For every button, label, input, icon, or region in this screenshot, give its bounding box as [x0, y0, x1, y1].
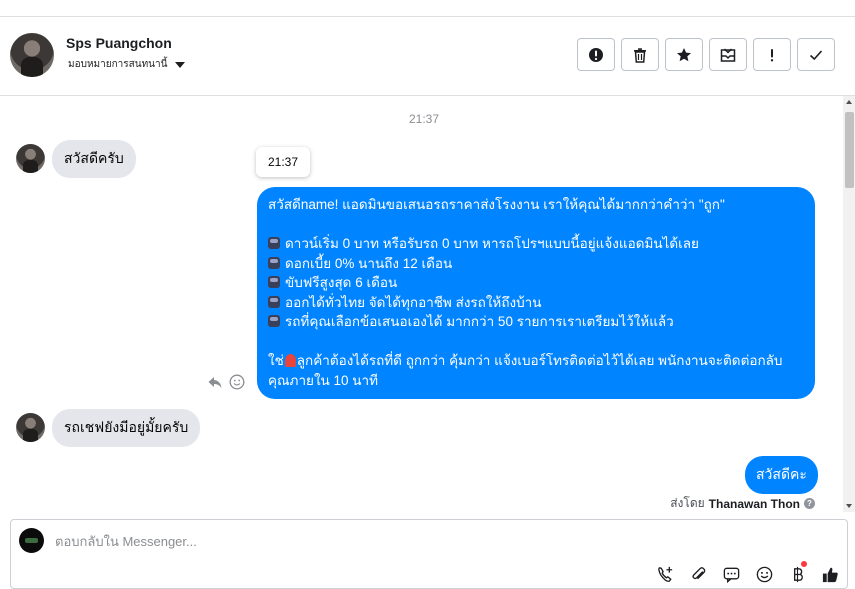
message-line: ขับฟรีสูงสุด 6 เดือน — [268, 273, 803, 293]
contact-avatar-small[interactable] — [16, 413, 45, 442]
outgoing-message-bubble[interactable]: สวัสดีคะ — [745, 456, 818, 494]
composer-tools — [656, 561, 840, 584]
check-icon — [809, 49, 823, 60]
assign-conversation-dropdown[interactable]: มอบหมายการสนทนานี้ — [68, 57, 186, 72]
sender-name: Thanawan Thon — [708, 496, 800, 511]
pray-emoji-icon — [284, 354, 296, 367]
message-thread: 21:37 สวัสดีครับ 21:37 สวัสดีname! แอดมิ… — [0, 96, 843, 512]
alert-circle-icon — [589, 47, 603, 62]
car-emoji-icon — [268, 237, 280, 249]
emoji-icon[interactable] — [755, 565, 774, 584]
message-line — [268, 215, 803, 235]
message-line — [268, 332, 803, 352]
scroll-down-arrow-icon[interactable] — [846, 504, 852, 508]
message-line: ใช่ ลูกค้าต้องได้รถที่ดี ถูกกว่า คุ้มกว่า… — [268, 353, 783, 388]
emoji-reaction-icon[interactable] — [229, 374, 245, 390]
reply-input[interactable] — [55, 534, 635, 549]
reply-icon[interactable] — [207, 374, 223, 390]
attachment-icon[interactable] — [689, 565, 708, 584]
exclamation-icon — [770, 48, 774, 61]
sent-by-label: ส่งโดย Thanawan Thon ? — [670, 494, 815, 512]
message-line: ดาวน์เริ่ม 0 บาท หรือรับรถ 0 บาท หารถโปร… — [268, 234, 803, 254]
page-avatar — [19, 528, 44, 553]
assign-conversation-label: มอบหมายการสนทนานี้ — [68, 59, 168, 70]
message-line: สวัสดีname! แอดมินขอเสนอรถราคาส่งโรงงาน … — [268, 197, 725, 212]
incoming-message-bubble[interactable]: สวัสดีครับ — [52, 140, 136, 178]
contact-avatar[interactable] — [10, 33, 54, 77]
caret-down-icon — [175, 61, 186, 68]
delete-button[interactable] — [621, 38, 659, 71]
star-icon — [677, 47, 691, 61]
contact-name[interactable]: Sps Puangchon — [66, 35, 172, 51]
mark-spam-button[interactable] — [577, 38, 615, 71]
scroll-thumb[interactable] — [845, 112, 854, 188]
car-emoji-icon — [268, 256, 280, 269]
notification-dot — [801, 561, 807, 567]
car-emoji-icon — [268, 276, 280, 288]
thread-timestamp: 21:37 — [408, 112, 440, 126]
outgoing-message-bubble[interactable]: สวัสดีname! แอดมินขอเสนอรถราคาส่งโรงงาน … — [257, 187, 815, 399]
car-emoji-icon — [268, 315, 280, 327]
star-button[interactable] — [665, 38, 703, 71]
follow-up-button[interactable] — [753, 38, 791, 71]
conversation-header: Sps Puangchon มอบหมายการสนทนานี้ — [0, 17, 855, 96]
message-line: รถที่คุณเลือกข้อเสนอเองได้ มากกว่า 50 รา… — [268, 312, 803, 332]
saved-reply-icon[interactable] — [722, 565, 741, 584]
conversation-toolbar — [577, 38, 835, 71]
baht-icon — [793, 566, 803, 583]
message-line: ออกได้ทั่วไทย จัดได้ทุกอาชีพ ส่งรถให้ถึง… — [268, 293, 803, 313]
thread-scrollbar[interactable] — [843, 96, 855, 512]
envelope-icon — [720, 47, 736, 62]
mark-done-button[interactable] — [797, 38, 835, 71]
message-line: ดอกเบี้ย 0% นานถึง 12 เดือน — [268, 254, 803, 274]
car-emoji-icon — [268, 295, 280, 308]
trash-icon — [634, 47, 646, 63]
add-contact-icon[interactable] — [656, 565, 675, 584]
incoming-message-bubble[interactable]: รถเชฟยังมีอยู่มั้ยครับ — [52, 409, 201, 447]
thumbs-up-icon[interactable] — [821, 565, 840, 584]
message-actions — [207, 374, 245, 390]
help-icon[interactable]: ? — [804, 498, 815, 509]
mark-unread-button[interactable] — [709, 38, 747, 71]
payment-button[interactable] — [788, 561, 807, 584]
scroll-up-arrow-icon[interactable] — [846, 100, 852, 104]
top-bar — [0, 0, 855, 17]
contact-avatar-small[interactable] — [16, 144, 45, 173]
message-time-tooltip: 21:37 — [256, 147, 311, 177]
reply-composer — [10, 519, 848, 589]
